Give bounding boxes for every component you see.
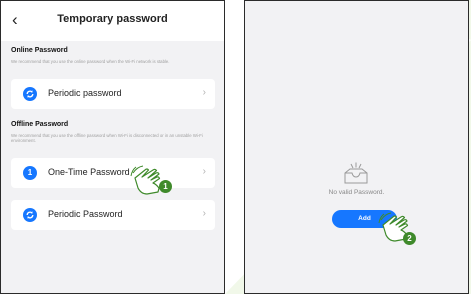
item-label: Periodic password (48, 88, 122, 98)
header: ‹ Temporary password (1, 1, 224, 41)
step-badge-2: 2 (403, 232, 416, 245)
chevron-right-icon: › (202, 166, 206, 177)
empty-inbox-icon (344, 162, 368, 184)
temporary-password-screen: ‹ Temporary password Online Password We … (0, 0, 225, 294)
offline-section-title: Offline Password (11, 121, 69, 128)
chevron-right-icon: › (202, 208, 206, 219)
chevron-right-icon: › (202, 87, 206, 98)
item-label: Periodic Password (48, 209, 123, 219)
offline-periodic-password-item[interactable]: Periodic Password › (11, 200, 215, 230)
number-one-icon: 1 (23, 166, 37, 180)
password-list-screen: No valid Password. Add 2 (244, 0, 469, 294)
offline-section-desc: We recommend that you use the offline pa… (11, 133, 203, 144)
online-section-title: Online Password (11, 47, 68, 54)
refresh-icon (23, 87, 37, 101)
one-time-password-item[interactable]: 1 One-Time Password › (11, 158, 215, 188)
online-periodic-password-item[interactable]: Periodic password › (11, 79, 215, 109)
empty-state-text: No valid Password. (328, 189, 385, 196)
page-title: Temporary password (57, 13, 168, 25)
refresh-icon (23, 208, 37, 222)
online-section-desc: We recommend that you use the online pas… (11, 59, 170, 64)
step-badge-1: 1 (159, 180, 172, 193)
item-label: One-Time Password (48, 167, 130, 177)
